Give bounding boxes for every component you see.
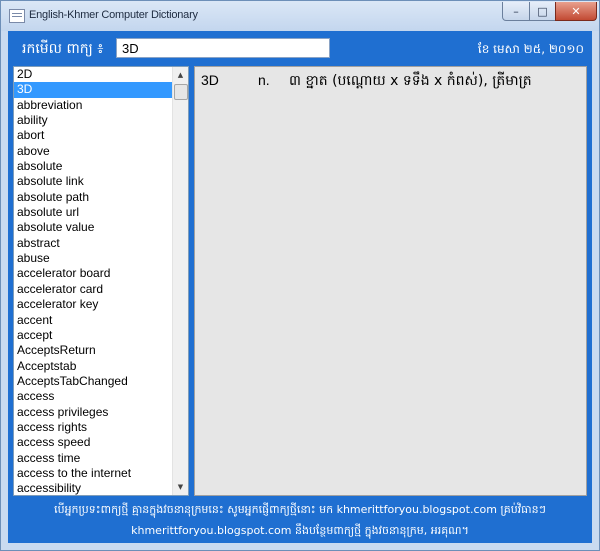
word-list-item[interactable]: access speed — [14, 435, 172, 450]
word-list[interactable]: 2D 3D abbreviation ability abort above absolut… — [13, 66, 189, 496]
word-list-item[interactable]: abort — [14, 128, 172, 143]
word-list-item[interactable]: access to the internet — [14, 466, 172, 481]
word-list-item[interactable]: absolute value — [14, 220, 172, 235]
word-list-item[interactable]: accelerator card — [14, 282, 172, 297]
entry-word: 3D — [201, 72, 219, 88]
scroll-thumb[interactable] — [174, 84, 188, 100]
word-list-item[interactable]: abbreviation — [14, 98, 172, 113]
word-list-item[interactable]: access rights — [14, 420, 172, 435]
word-list-item[interactable]: Acceptstab — [14, 359, 172, 374]
scroll-up-icon[interactable]: ▲ — [173, 67, 188, 83]
word-list-item[interactable]: 3D — [14, 82, 172, 98]
word-list-item[interactable]: accelerator board — [14, 266, 172, 281]
window-title: English-Khmer Computer Dictionary — [29, 9, 198, 21]
word-list-item[interactable]: accelerator key — [14, 297, 172, 312]
minimize-button[interactable]: – — [502, 2, 530, 21]
word-list-item[interactable]: ability — [14, 113, 172, 128]
word-list-items: 2D 3D abbreviation ability abort above absolut… — [14, 67, 172, 495]
title-bar[interactable]: English-Khmer Computer Dictionary – □ ✕ — [1, 1, 599, 31]
footer-note-line-2: khmerittforyou.blogspot.com នឹងបន្ថែមពាក… — [131, 524, 469, 537]
definition-panel: 3D n. ៣ ខ្នាត (បណ្ដោយ x ទទឹង x កំពស់), ត… — [194, 66, 587, 496]
word-list-item[interactable]: AcceptsTabChanged — [14, 374, 172, 389]
word-list-item[interactable]: accessibility — [14, 481, 172, 495]
word-list-item[interactable]: absolute — [14, 159, 172, 174]
app-window: English-Khmer Computer Dictionary – □ ✕ … — [0, 0, 600, 551]
search-label: រកមើល ពាក្យ ៖ — [22, 41, 104, 57]
main-panel: រកមើល ពាក្យ ៖ ខែ មេសា ២៥, ២០១០ 2D3Dabbre… — [8, 31, 592, 543]
word-list-item[interactable]: access privileges — [14, 405, 172, 420]
word-list-item[interactable]: absolute path — [14, 190, 172, 205]
word-list-item[interactable]: access — [14, 389, 172, 404]
app-icon — [9, 9, 25, 23]
word-list-item[interactable]: AcceptsReturn — [14, 343, 172, 358]
word-list-item[interactable]: absolute link — [14, 174, 172, 189]
word-list-item[interactable]: abstract — [14, 236, 172, 251]
search-input[interactable] — [116, 38, 330, 58]
close-button[interactable]: ✕ — [555, 2, 597, 21]
maximize-button[interactable]: □ — [529, 2, 556, 21]
entry-definition: ៣ ខ្នាត (បណ្ដោយ x ទទឹង x កំពស់), ត្រីមាត… — [289, 73, 532, 89]
word-list-scrollbar[interactable]: ▲ ▼ — [172, 67, 188, 495]
word-list-item[interactable]: above — [14, 144, 172, 159]
date-label: ខែ មេសា ២៥, ២០១០ — [477, 42, 584, 56]
scroll-down-icon[interactable]: ▼ — [173, 479, 188, 495]
entry-part-of-speech: n. — [258, 72, 270, 88]
word-list-item[interactable]: absolute url — [14, 205, 172, 220]
word-list-item[interactable]: accept — [14, 328, 172, 343]
footer-note-line-1: បើអ្នកប្រទះពាក្យថ្មី គ្មានក្នុងវចនានុក្រ… — [54, 503, 546, 516]
word-list-item[interactable]: access time — [14, 451, 172, 466]
word-list-item[interactable]: abuse — [14, 251, 172, 266]
word-list-item[interactable]: accent — [14, 313, 172, 328]
word-list-item[interactable]: 2D — [14, 67, 172, 82]
